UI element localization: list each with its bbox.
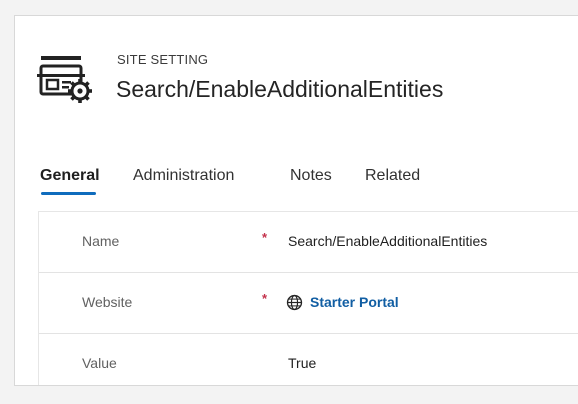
required-indicator: * [262, 230, 268, 245]
name-label: Name [82, 233, 120, 249]
field-row-value: Value True [39, 334, 578, 385]
required-indicator: * [262, 291, 268, 306]
tab-related[interactable]: Related [365, 161, 420, 201]
tab-general[interactable]: General [40, 161, 100, 201]
field-row-website: Website * Starter Portal [39, 273, 578, 333]
tab-notes[interactable]: Notes [290, 161, 332, 201]
value-field[interactable]: True [288, 355, 316, 371]
website-value[interactable]: Starter Portal [310, 294, 399, 310]
globe-icon [286, 294, 303, 310]
name-field[interactable]: Search/EnableAdditionalEntities [288, 233, 487, 249]
entity-type-label: SITE SETTING [117, 52, 209, 67]
value-label: Value [82, 355, 117, 371]
website-lookup-link[interactable]: Starter Portal [286, 292, 399, 312]
site-setting-icon [37, 56, 92, 103]
general-section: Name * Search/EnableAdditionalEntities W… [38, 211, 578, 385]
active-tab-indicator [41, 192, 96, 195]
field-row-name: Name * Search/EnableAdditionalEntities [39, 212, 578, 272]
tab-administration[interactable]: Administration [133, 161, 234, 201]
record-form-panel: SITE SETTING Search/EnableAdditionalEnti… [14, 15, 578, 386]
tab-list: General Administration Notes Related [15, 161, 578, 201]
record-title: Search/EnableAdditionalEntities [116, 76, 444, 102]
website-label: Website [82, 294, 133, 310]
record-header: SITE SETTING Search/EnableAdditionalEnti… [15, 16, 578, 149]
